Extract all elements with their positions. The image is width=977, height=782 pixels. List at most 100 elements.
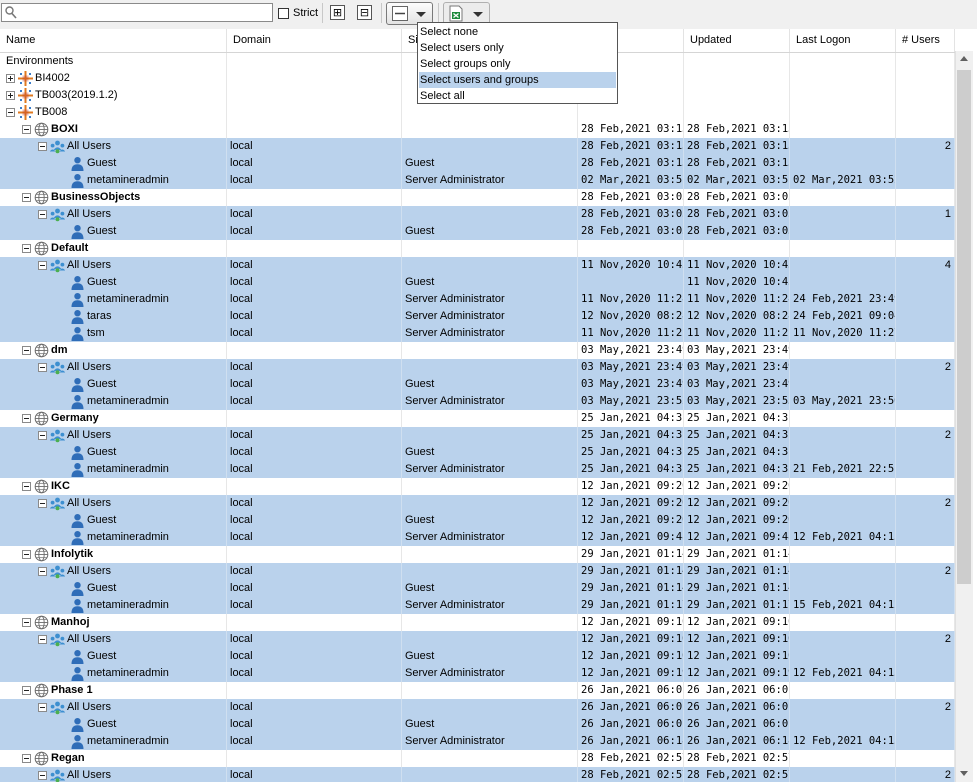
- menu-item-select-groups-only[interactable]: Select groups only: [419, 56, 616, 72]
- search-input[interactable]: [18, 5, 270, 20]
- name-cell: All Users: [0, 767, 227, 782]
- user-row[interactable]: Guest local Guest 26 Jan,2021 06:01 26 Jan,2…: [0, 716, 955, 733]
- user-count-cell: [896, 478, 955, 495]
- collapse-icon[interactable]: [22, 618, 31, 627]
- user-row[interactable]: metamineradmin local Server Administrator 1…: [0, 665, 955, 682]
- column-header-updated[interactable]: Updated: [684, 29, 790, 52]
- collapse-icon[interactable]: [22, 244, 31, 253]
- collapse-icon[interactable]: [38, 142, 47, 151]
- user-row[interactable]: Guest local Guest 28 Feb,2021 03:13 28 Feb,2…: [0, 155, 955, 172]
- site-row[interactable]: Manhoj 12 Jan,2021 09:16 12 Jan,2021 09:16: [0, 614, 955, 631]
- user-row[interactable]: metamineradmin local Server Administrator 0…: [0, 172, 955, 189]
- scroll-down-icon[interactable]: [960, 771, 968, 776]
- user-row[interactable]: Guest local Guest 25 Jan,2021 04:31 25 Jan,2…: [0, 444, 955, 461]
- column-header-last-logon[interactable]: Last Logon: [790, 29, 896, 52]
- column-header-user-count[interactable]: # Users: [896, 29, 955, 52]
- name-cell: BusinessObjects: [0, 189, 227, 206]
- user-icon: [70, 597, 85, 614]
- collapse-icon[interactable]: [22, 550, 31, 559]
- user-count-cell: 2: [896, 631, 955, 648]
- group-row[interactable]: All Users local 12 Jan,2021 09:26 12 Jan,20…: [0, 495, 955, 512]
- user-row[interactable]: tsm local Server Administrator 11 Nov,2020 …: [0, 325, 955, 342]
- expand-icon[interactable]: [6, 74, 15, 83]
- collapse-icon[interactable]: [38, 363, 47, 372]
- site-row[interactable]: Phase 1 26 Jan,2021 06:01 26 Jan,2021 06:0…: [0, 682, 955, 699]
- group-row[interactable]: All Users local 12 Jan,2021 09:16 12 Jan,20…: [0, 631, 955, 648]
- menu-item-select-all[interactable]: Select all: [419, 88, 616, 104]
- env-name: TB008: [35, 106, 68, 118]
- user-row[interactable]: metamineradmin local Server Administrator 1…: [0, 291, 955, 308]
- group-row[interactable]: All Users local 29 Jan,2021 01:14 29 Jan,20…: [0, 563, 955, 580]
- site-row[interactable]: Default: [0, 240, 955, 257]
- user-row[interactable]: Guest local Guest 03 May,2021 23:49 03 May,2…: [0, 376, 955, 393]
- collapse-icon[interactable]: [38, 635, 47, 644]
- collapse-icon[interactable]: [22, 686, 31, 695]
- user-row[interactable]: Guest local Guest 28 Feb,2021 03:05 28 Feb,2…: [0, 223, 955, 240]
- user-count-cell: [896, 597, 955, 614]
- created-cell: 26 Jan,2021 06:01: [578, 699, 684, 716]
- group-row[interactable]: All Users local 03 May,2021 23:49 03 May,20…: [0, 359, 955, 376]
- user-row[interactable]: metamineradmin local Server Administrator 2…: [0, 597, 955, 614]
- user-row[interactable]: metamineradmin local Server Administrator 1…: [0, 529, 955, 546]
- created-cell: 12 Jan,2021 09:48: [578, 529, 684, 546]
- menu-item-select-users-and-groups[interactable]: Select users and groups: [419, 72, 616, 88]
- user-name: metamineradmin: [87, 599, 169, 611]
- group-row[interactable]: All Users local 26 Jan,2021 06:01 26 Jan,20…: [0, 699, 955, 716]
- site-row[interactable]: BusinessObjects 28 Feb,2021 03:05 28 Feb,2…: [0, 189, 955, 206]
- collapse-icon[interactable]: [22, 125, 31, 134]
- collapse-icon[interactable]: [22, 482, 31, 491]
- user-name: metamineradmin: [87, 395, 169, 407]
- site-row[interactable]: Infolytik 29 Jan,2021 01:14 29 Jan,2021 01…: [0, 546, 955, 563]
- vertical-scrollbar[interactable]: [955, 51, 973, 782]
- collapse-icon[interactable]: [38, 771, 47, 780]
- user-row[interactable]: Guest local Guest 12 Jan,2021 09:16 12 Jan,2…: [0, 648, 955, 665]
- collapse-icon[interactable]: [22, 414, 31, 423]
- site-row[interactable]: dm 03 May,2021 23:49 03 May,2021 23:49: [0, 342, 955, 359]
- column-header-name[interactable]: Name: [0, 29, 227, 52]
- site-row[interactable]: Germany 25 Jan,2021 04:31 25 Jan,2021 04:3…: [0, 410, 955, 427]
- collapse-icon[interactable]: [38, 567, 47, 576]
- expand-icon[interactable]: [6, 91, 15, 100]
- user-row[interactable]: taras local Server Administrator 12 Nov,202…: [0, 308, 955, 325]
- scroll-up-icon[interactable]: [960, 56, 968, 61]
- collapse-icon[interactable]: [6, 108, 15, 117]
- user-row[interactable]: Guest local Guest 29 Jan,2021 01:14 29 Jan,2…: [0, 580, 955, 597]
- group-name: All Users: [67, 701, 112, 713]
- site-cell: [402, 359, 578, 376]
- menu-item-select-users-only[interactable]: Select users only: [419, 40, 616, 56]
- collapse-icon[interactable]: [22, 754, 31, 763]
- strict-checkbox[interactable]: Strict: [278, 6, 318, 20]
- updated-cell: 12 Jan,2021 09:16: [684, 648, 790, 665]
- collapse-icon[interactable]: [38, 261, 47, 270]
- strict-checkbox-box[interactable]: [278, 7, 289, 19]
- expand-all-button[interactable]: ⊞: [330, 5, 345, 20]
- globe-icon: [34, 546, 49, 563]
- collapse-icon[interactable]: [38, 499, 47, 508]
- collapse-icon[interactable]: [22, 346, 31, 355]
- column-header-domain[interactable]: Domain: [227, 29, 402, 52]
- collapse-all-button[interactable]: ⊟: [357, 5, 372, 20]
- user-row[interactable]: metamineradmin local Server Administrator 2…: [0, 461, 955, 478]
- scrollbar-thumb[interactable]: [957, 70, 971, 584]
- group-row[interactable]: All Users local 25 Jan,2021 04:31 25 Jan,20…: [0, 427, 955, 444]
- user-row[interactable]: metamineradmin local Server Administrator 0…: [0, 393, 955, 410]
- site-cell: Guest: [402, 376, 578, 393]
- search-box[interactable]: [1, 3, 273, 22]
- site-cell: [402, 342, 578, 359]
- user-row[interactable]: Guest local Guest 11 Nov,2020 10:45: [0, 274, 955, 291]
- site-row[interactable]: IKC 12 Jan,2021 09:26 12 Jan,2021 09:26: [0, 478, 955, 495]
- site-row[interactable]: BOXI 28 Feb,2021 03:13 28 Feb,2021 03:13: [0, 121, 955, 138]
- group-row[interactable]: All Users local 28 Feb,2021 02:57 28 Feb,20…: [0, 767, 955, 782]
- env-row[interactable]: TB008: [0, 104, 955, 121]
- collapse-icon[interactable]: [38, 703, 47, 712]
- menu-item-select-none[interactable]: Select none: [419, 24, 616, 40]
- user-row[interactable]: metamineradmin local Server Administrator 2…: [0, 733, 955, 750]
- collapse-icon[interactable]: [22, 193, 31, 202]
- collapse-icon[interactable]: [38, 431, 47, 440]
- user-row[interactable]: Guest local Guest 12 Jan,2021 09:26 12 Jan,2…: [0, 512, 955, 529]
- group-row[interactable]: All Users local 28 Feb,2021 03:05 28 Feb,20…: [0, 206, 955, 223]
- site-row[interactable]: Regan 28 Feb,2021 02:57 28 Feb,2021 02:57: [0, 750, 955, 767]
- group-row[interactable]: All Users local 28 Feb,2021 03:13 28 Feb,20…: [0, 138, 955, 155]
- collapse-icon[interactable]: [38, 210, 47, 219]
- group-row[interactable]: All Users local 11 Nov,2020 10:45 11 Nov,20…: [0, 257, 955, 274]
